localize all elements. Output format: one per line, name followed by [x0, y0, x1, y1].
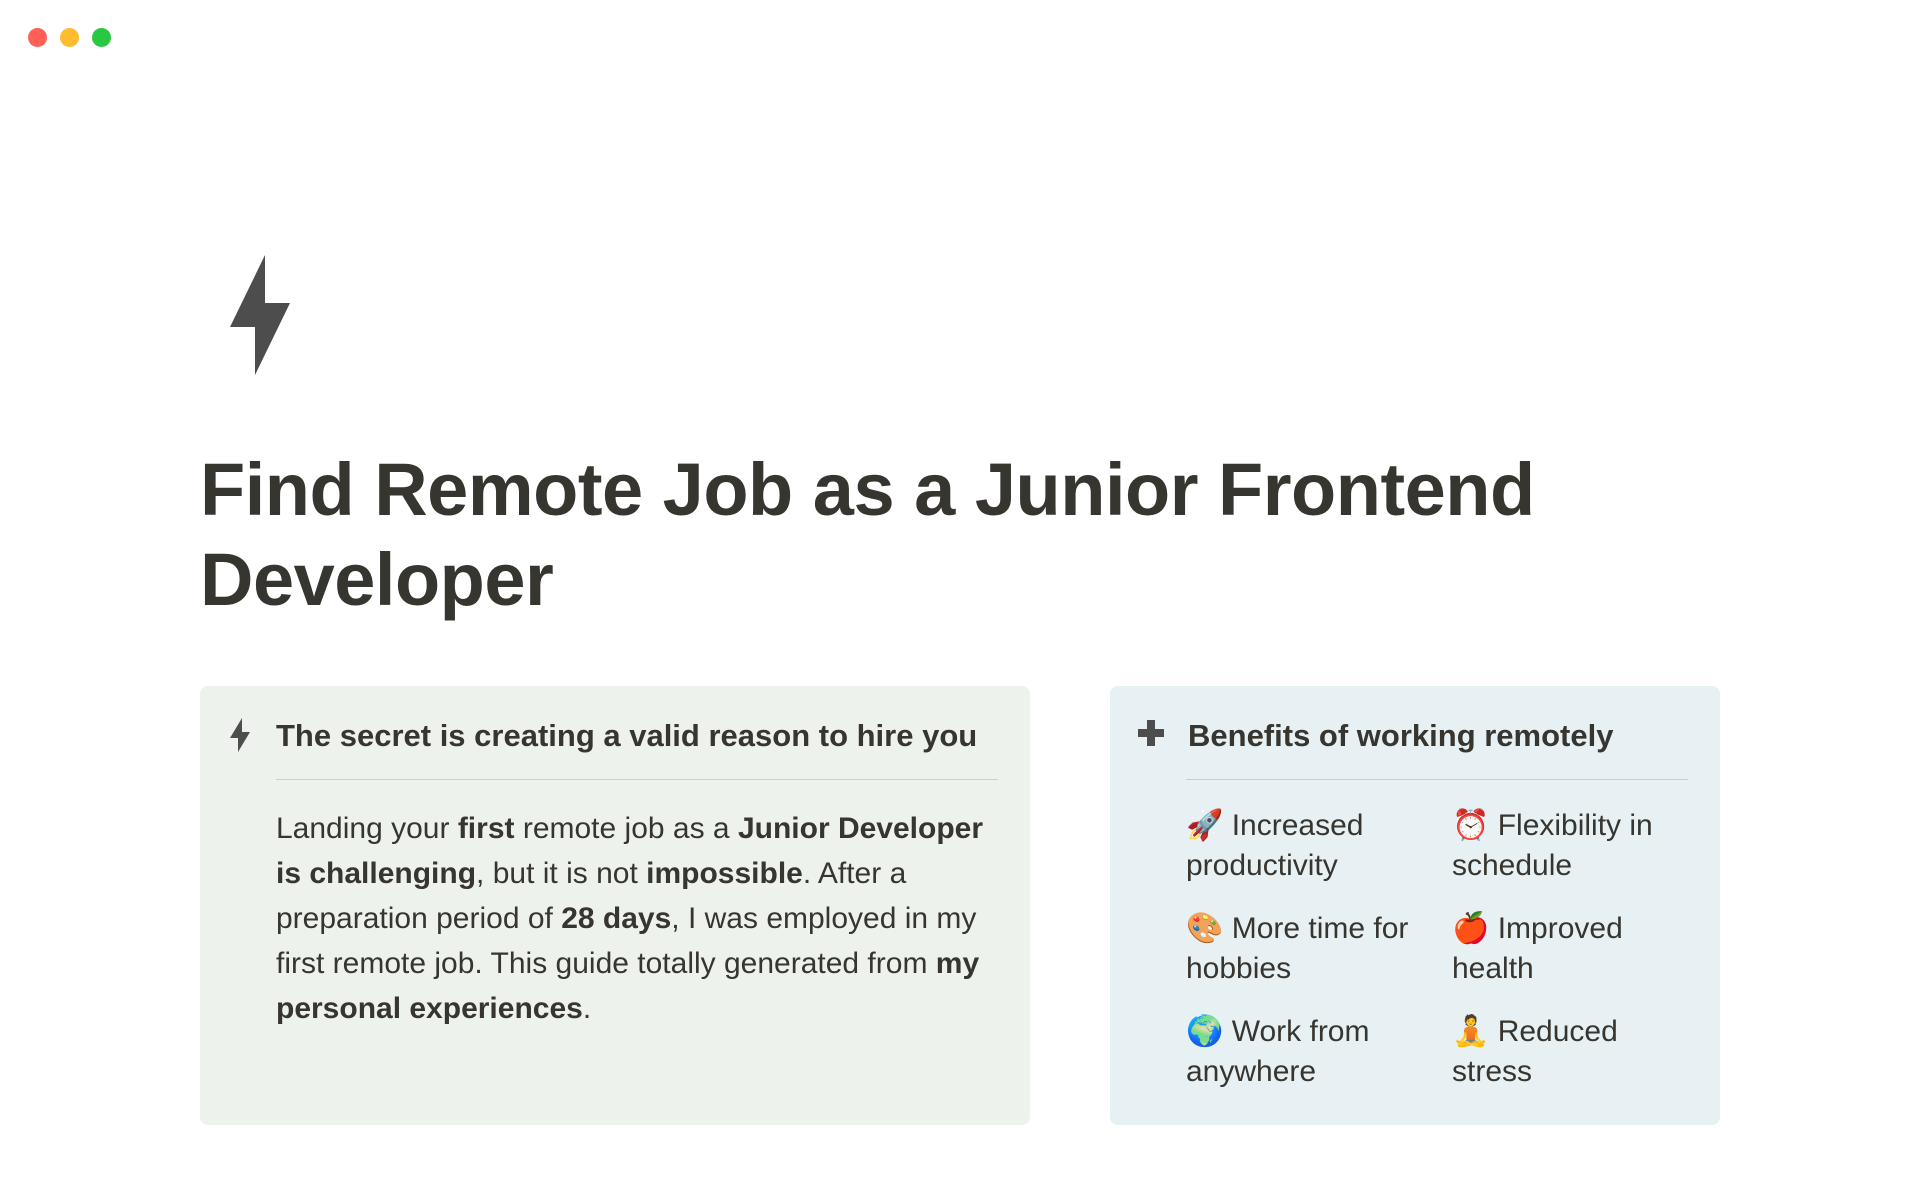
window-minimize-dot[interactable] [60, 28, 79, 47]
divider [276, 779, 998, 780]
callout-body-text[interactable]: Landing your first remote job as a Junio… [276, 806, 998, 1031]
document-page: Find Remote Job as a Junior Frontend Dev… [200, 255, 1720, 1125]
callout-secret: The secret is creating a valid reason to… [200, 686, 1030, 1125]
benefit-item: 🌍 Work from anywhere [1186, 1012, 1422, 1093]
lightning-icon [226, 718, 254, 757]
content-columns: The secret is creating a valid reason to… [200, 686, 1720, 1125]
benefit-item: ⏰ Flexibility in schedule [1452, 806, 1688, 887]
benefit-item: 🚀 Increased productivity [1186, 806, 1422, 887]
callout-header: The secret is creating a valid reason to… [226, 714, 998, 757]
callout-header: Benefits of working remotely [1136, 714, 1688, 757]
lightning-bolt-icon [210, 255, 310, 375]
window-close-dot[interactable] [28, 28, 47, 47]
callout-title: Benefits of working remotely [1188, 714, 1613, 757]
plus-icon [1136, 718, 1166, 753]
callout-benefits: Benefits of working remotely 🚀 Increased… [1110, 686, 1720, 1125]
benefits-grid: 🚀 Increased productivity ⏰ Flexibility i… [1186, 806, 1688, 1093]
page-icon[interactable] [210, 255, 1720, 375]
window-traffic-lights [28, 28, 111, 47]
benefit-item: 🎨 More time for hobbies [1186, 909, 1422, 990]
benefit-item: 🍎 Improved health [1452, 909, 1688, 990]
benefit-item: 🧘 Reduced stress [1452, 1012, 1688, 1093]
page-title[interactable]: Find Remote Job as a Junior Frontend Dev… [200, 445, 1720, 626]
callout-title: The secret is creating a valid reason to… [276, 714, 977, 757]
window-zoom-dot[interactable] [92, 28, 111, 47]
divider [1186, 779, 1688, 780]
